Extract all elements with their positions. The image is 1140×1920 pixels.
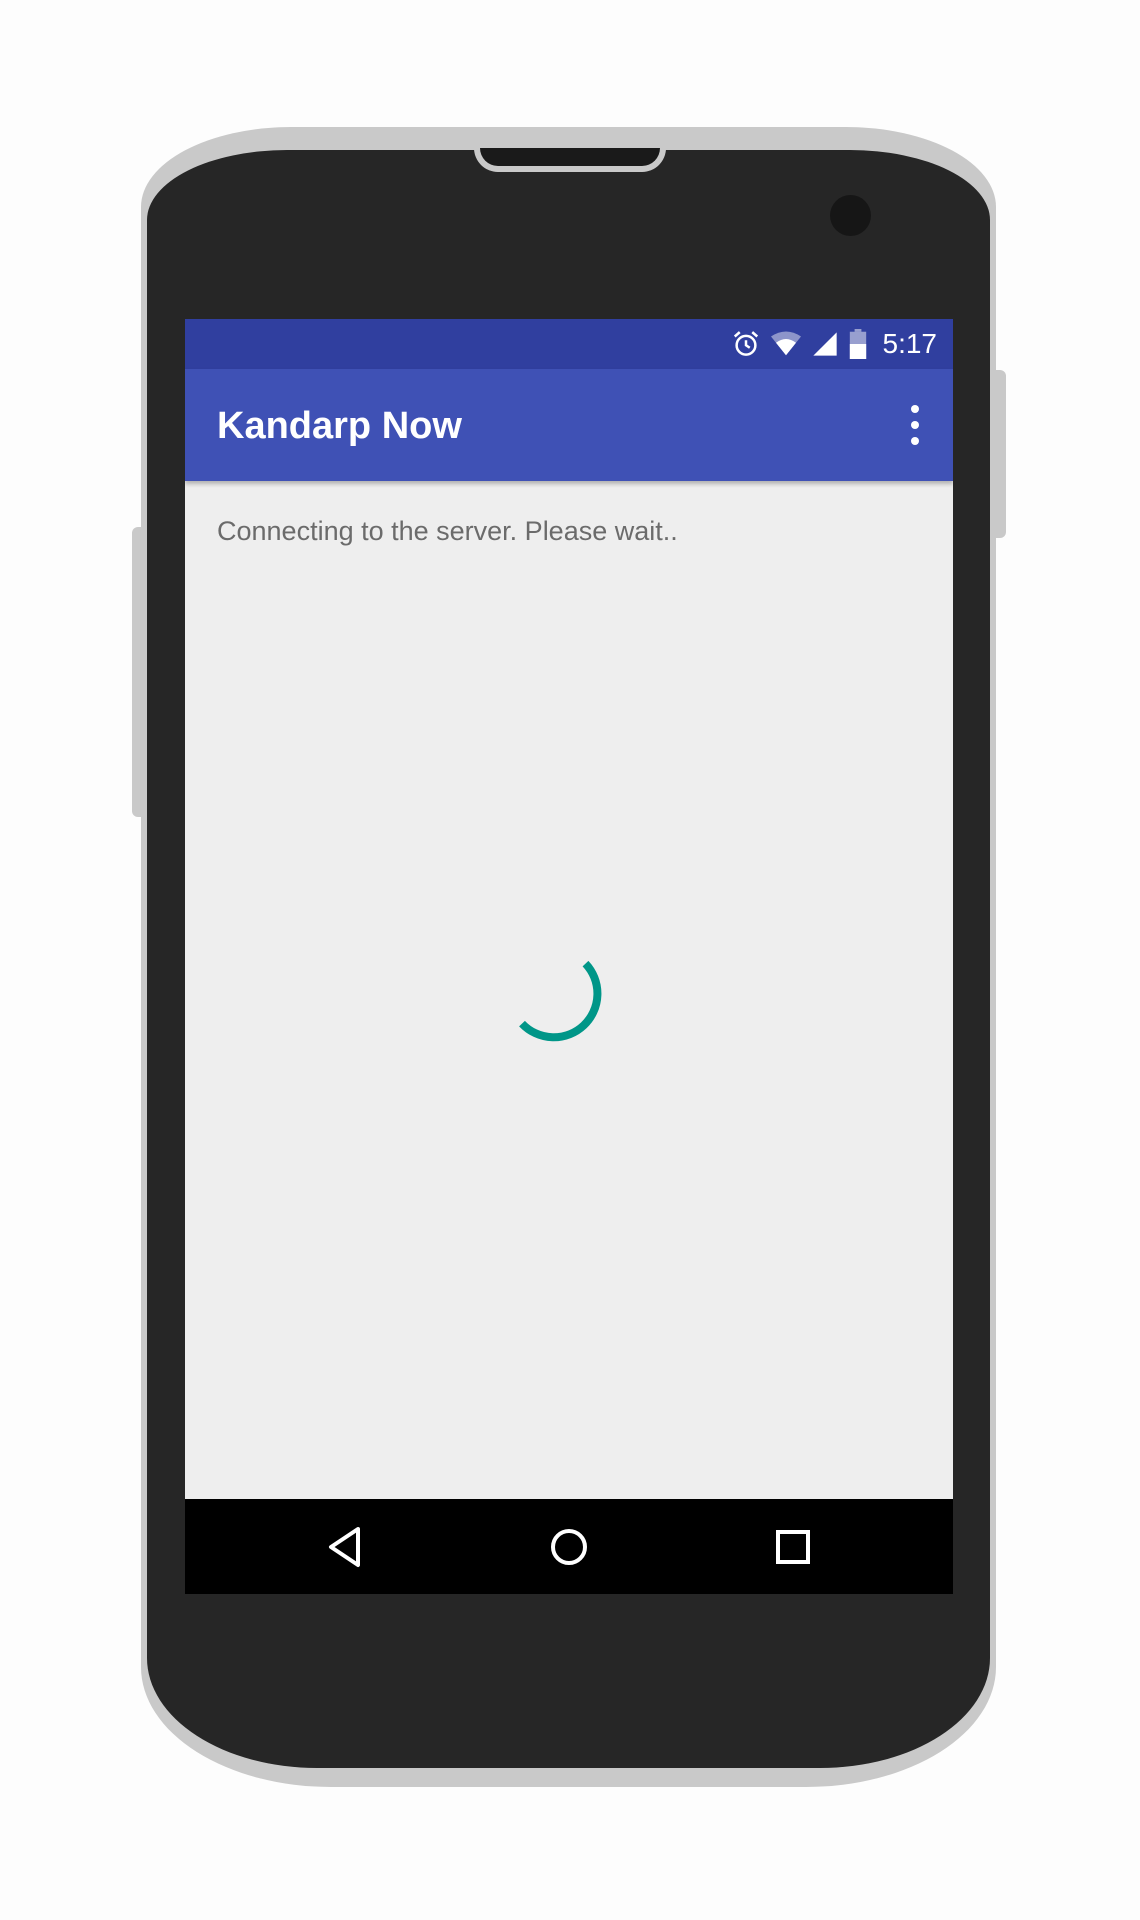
home-icon[interactable] — [543, 1521, 595, 1573]
alarm-icon — [733, 331, 758, 356]
status-message: Connecting to the server. Please wait.. — [217, 516, 678, 546]
loading-spinner — [519, 960, 602, 1042]
earpiece — [474, 148, 666, 172]
power-button — [994, 370, 1006, 538]
app-bar: Kandarp Now — [185, 369, 953, 481]
battery-icon — [849, 329, 866, 359]
front-camera — [830, 195, 871, 236]
app-title: Kandarp Now — [217, 405, 462, 447]
screen: 5:17 Kandarp Now Connecting to the serve… — [185, 319, 953, 1594]
overflow-menu-icon[interactable] — [903, 405, 927, 445]
status-bar: 5:17 — [185, 319, 953, 369]
status-time: 5:17 — [882, 328, 938, 359]
back-icon[interactable] — [319, 1521, 371, 1573]
cell-signal-icon — [812, 332, 837, 356]
volume-button — [132, 527, 146, 817]
recents-icon[interactable] — [767, 1521, 819, 1573]
navigation-bar — [185, 1499, 953, 1594]
wifi-icon — [770, 331, 801, 356]
